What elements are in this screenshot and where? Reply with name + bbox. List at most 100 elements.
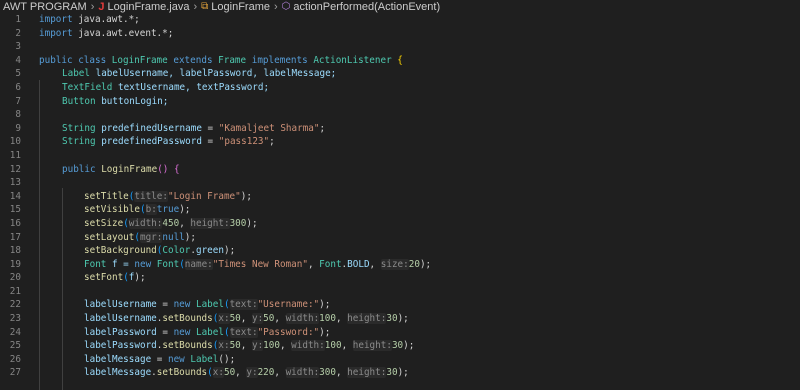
code-line: 1 import java.awt.*; <box>0 13 800 27</box>
breadcrumb-file-label: LoginFrame.java <box>107 0 190 13</box>
code-line: 18 setBackground(Color.green); <box>0 244 800 258</box>
token: setBounds <box>162 340 213 352</box>
parameter-hint: text: <box>229 299 258 311</box>
line-number: 8 <box>15 109 21 121</box>
parameter-hint: b: <box>145 204 157 216</box>
token: "Password:" <box>257 326 320 338</box>
token: 450 <box>162 217 180 229</box>
line-number: 16 <box>9 217 21 229</box>
token: ); <box>184 231 196 243</box>
line-number: 20 <box>9 272 21 284</box>
code-line: 4 public class LoginFrame extends Frame i… <box>0 54 800 68</box>
token: { <box>174 163 180 175</box>
token: ( <box>179 258 185 270</box>
token: String <box>62 122 96 134</box>
token: LoginFrame <box>111 54 168 66</box>
token: , <box>274 367 286 379</box>
token: labelUsername <box>84 299 157 311</box>
token: java.awt.*; <box>72 14 140 25</box>
token: import <box>39 14 73 25</box>
token: ); <box>240 190 252 202</box>
token: new <box>167 353 185 365</box>
line-number: 24 <box>9 326 21 338</box>
token: ); <box>397 313 409 325</box>
token: setBounds <box>162 313 213 325</box>
token: 50 <box>229 340 241 352</box>
breadcrumb-class-label: LoginFrame <box>211 0 270 13</box>
token: 100 <box>263 340 280 352</box>
token: ); <box>246 217 258 229</box>
token: labelMessage <box>84 367 152 379</box>
token: Label <box>190 353 219 365</box>
parameter-hint: width: <box>285 367 320 379</box>
token: green <box>195 245 224 257</box>
token: ( <box>139 204 146 216</box>
token: = <box>151 353 168 365</box>
token: , <box>279 340 292 352</box>
token: ); <box>419 258 432 270</box>
token: = <box>156 326 174 338</box>
code-line: 19 Font f = new Font(name:"Times New Roma… <box>0 258 800 272</box>
line-number: 17 <box>9 231 21 243</box>
token: 30 <box>391 340 404 352</box>
token: setBounds <box>156 367 208 379</box>
token: setBackground <box>84 245 157 257</box>
code-line: 6 TextField textUsername, textPassword; <box>0 81 800 95</box>
token: Color <box>162 245 191 257</box>
code-line: 24 labelPassword = new Label(text:"Passwo… <box>0 326 800 340</box>
token: BOLD <box>347 258 370 270</box>
token: setSize <box>84 217 124 229</box>
token: 20 <box>408 258 420 270</box>
code-line: 23 labelUsername.setBounds(x:50, y:50, wi… <box>0 312 800 326</box>
token: predefinedPassword <box>95 136 202 148</box>
token: import <box>39 27 73 39</box>
token: Label <box>195 299 224 311</box>
token: f = <box>106 258 135 270</box>
breadcrumb-class[interactable]: ⧉ LoginFrame <box>201 1 270 13</box>
token: ); <box>319 299 331 311</box>
parameter-hint: text: <box>229 326 258 338</box>
token: , <box>179 217 191 229</box>
token: ( <box>123 217 129 229</box>
parameter-hint: x: <box>212 367 224 379</box>
token: ; <box>319 122 326 134</box>
parameter-hint: mgr: <box>139 231 163 243</box>
token: ); <box>134 272 146 284</box>
java-file-icon: J <box>98 0 105 13</box>
token: Label <box>195 326 224 338</box>
token: LoginFrame <box>101 163 158 175</box>
parameter-hint: height: <box>190 217 230 229</box>
token: labelMessage <box>84 353 152 365</box>
token: , <box>240 340 252 352</box>
token: setLayout <box>84 231 135 243</box>
token: setVisible <box>84 204 140 216</box>
parameter-hint: width: <box>285 313 320 325</box>
code-line: 9 String predefinedUsername = "Kamaljeet … <box>0 122 800 136</box>
parameter-hint: x: <box>218 313 230 325</box>
line-number: 1 <box>15 14 21 25</box>
parameter-hint: y: <box>251 340 264 352</box>
line-number: 27 <box>9 367 21 379</box>
line-number: 21 <box>9 285 21 297</box>
token: = <box>156 299 174 311</box>
breadcrumb-file[interactable]: J LoginFrame.java <box>98 1 189 13</box>
parameter-hint: title: <box>134 190 168 202</box>
token: = <box>201 122 219 134</box>
class-icon: ⧉ <box>201 1 209 12</box>
line-number: 19 <box>9 258 21 270</box>
breadcrumb-project[interactable]: AWT PROGRAM <box>3 1 87 13</box>
breadcrumb-method[interactable]: ⬡ actionPerformed(ActionEvent) <box>282 1 440 13</box>
line-number: 13 <box>9 177 21 189</box>
line-number: 2 <box>15 27 21 39</box>
token: ( <box>223 326 230 338</box>
token: extends <box>167 54 219 66</box>
token: setTitle <box>84 190 129 202</box>
line-number: 7 <box>15 95 21 107</box>
chevron-right-icon: › <box>193 0 198 13</box>
token: ); <box>223 245 236 257</box>
line-number: 4 <box>15 54 21 66</box>
chevron-right-icon: › <box>90 0 95 13</box>
code-editor[interactable]: 1 import java.awt.*; 2 import java.awt.eve… <box>0 13 800 390</box>
token: ( <box>207 367 213 379</box>
token: ); <box>179 204 191 216</box>
